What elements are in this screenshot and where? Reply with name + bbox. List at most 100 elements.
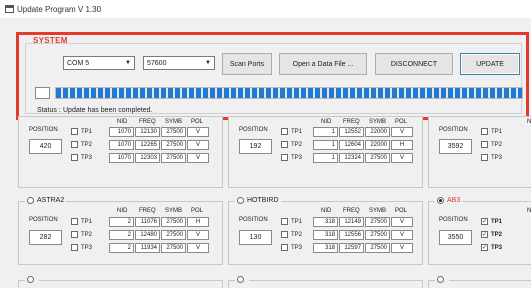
- pol-field[interactable]: V: [391, 127, 413, 137]
- tp2-checkbox[interactable]: TP2: [281, 231, 302, 238]
- pol-field[interactable]: V: [391, 243, 413, 253]
- freq-field[interactable]: 12604: [339, 140, 364, 150]
- pol-field[interactable]: V: [391, 217, 413, 227]
- nid-field[interactable]: 1: [313, 140, 338, 150]
- ab3-radio[interactable]: AB3: [435, 197, 463, 204]
- chevron-down-icon[interactable]: ▼: [122, 57, 134, 69]
- tp2-checkbox[interactable]: TP2: [281, 141, 302, 148]
- nid-field[interactable]: 1070: [109, 153, 134, 163]
- pol-field[interactable]: H: [391, 140, 413, 150]
- pol-field[interactable]: V: [187, 140, 209, 150]
- freq-field[interactable]: 11934: [135, 243, 160, 253]
- position-field[interactable]: 3592: [439, 139, 472, 154]
- nid-field[interactable]: 318: [313, 230, 338, 240]
- checkmark-icon[interactable]: ✓: [481, 231, 488, 238]
- nid-field[interactable]: 318: [313, 217, 338, 227]
- checkmark-icon[interactable]: ✓: [481, 244, 488, 251]
- nid-field[interactable]: 2: [109, 217, 134, 227]
- tp3-checkbox[interactable]: TP3: [71, 244, 92, 251]
- pol-field[interactable]: H: [187, 217, 209, 227]
- freq-field[interactable]: 12265: [135, 140, 160, 150]
- tp3-checkbox[interactable]: TP3: [281, 244, 302, 251]
- satellite-radio[interactable]: [235, 276, 249, 283]
- nid-field[interactable]: 2: [109, 230, 134, 240]
- com-port-select[interactable]: COM 5 ▼: [63, 56, 135, 70]
- freq-field[interactable]: 12324: [339, 153, 364, 163]
- radio-icon[interactable]: [27, 276, 34, 283]
- checkbox-icon[interactable]: [481, 128, 488, 135]
- pol-field[interactable]: V: [391, 230, 413, 240]
- tp1-checkbox[interactable]: TP1: [281, 218, 302, 225]
- checkbox-icon[interactable]: [281, 141, 288, 148]
- tp1-checkbox[interactable]: ✓ TP1: [481, 218, 502, 225]
- radio-icon[interactable]: [437, 276, 444, 283]
- symb-field[interactable]: 27500: [365, 243, 390, 253]
- position-field[interactable]: 192: [239, 139, 272, 154]
- position-field[interactable]: 130: [239, 230, 272, 245]
- nid-field[interactable]: 2: [109, 243, 134, 253]
- checkbox-icon[interactable]: [71, 128, 78, 135]
- checkbox-icon[interactable]: [281, 154, 288, 161]
- nid-field[interactable]: 1: [313, 153, 338, 163]
- tp2-checkbox[interactable]: ✓ TP2: [481, 231, 502, 238]
- freq-field[interactable]: 12480: [135, 230, 160, 240]
- freq-field[interactable]: 12130: [135, 127, 160, 137]
- nid-field[interactable]: 1070: [109, 140, 134, 150]
- radio-icon[interactable]: [237, 197, 244, 204]
- satellite-radio[interactable]: [25, 276, 39, 283]
- checkbox-icon[interactable]: [71, 154, 78, 161]
- tp3-checkbox[interactable]: ✓ TP3: [481, 244, 502, 251]
- satellite-radio[interactable]: [435, 276, 449, 283]
- open-data-file-button[interactable]: Open a Data File ...: [279, 53, 367, 75]
- symb-field[interactable]: 22000: [365, 127, 390, 137]
- baud-rate-select[interactable]: 57600 ▼: [143, 56, 215, 70]
- tp3-checkbox[interactable]: TP3: [71, 154, 92, 161]
- checkbox-icon[interactable]: [281, 231, 288, 238]
- tp2-checkbox[interactable]: TP2: [71, 141, 92, 148]
- symb-field[interactable]: 27500: [365, 217, 390, 227]
- pol-field[interactable]: V: [187, 153, 209, 163]
- symb-field[interactable]: 27500: [161, 217, 186, 227]
- tp1-checkbox[interactable]: TP1: [281, 128, 302, 135]
- chevron-down-icon[interactable]: ▼: [202, 57, 214, 69]
- symb-field[interactable]: 27500: [161, 127, 186, 137]
- nid-field[interactable]: 1: [313, 127, 338, 137]
- astra2-radio[interactable]: ASTRA2: [25, 197, 67, 204]
- scan-ports-button[interactable]: Scan Ports: [222, 53, 272, 75]
- position-field[interactable]: 3550: [439, 230, 472, 245]
- symb-field[interactable]: 27500: [161, 153, 186, 163]
- disconnect-button[interactable]: DISCONNECT: [375, 53, 453, 75]
- update-button[interactable]: UPDATE: [460, 53, 520, 75]
- freq-field[interactable]: 11076: [135, 217, 160, 227]
- tp3-checkbox[interactable]: TP3: [481, 154, 502, 161]
- pol-field[interactable]: V: [391, 153, 413, 163]
- checkbox-icon[interactable]: [71, 141, 78, 148]
- tp3-checkbox[interactable]: TP3: [281, 154, 302, 161]
- tp1-checkbox[interactable]: TP1: [71, 218, 92, 225]
- checkbox-icon[interactable]: [481, 154, 488, 161]
- radio-icon[interactable]: [27, 197, 34, 204]
- tp2-checkbox[interactable]: TP2: [71, 231, 92, 238]
- hotbird-radio[interactable]: HOTBIRD: [235, 197, 281, 204]
- position-field[interactable]: 282: [29, 230, 62, 245]
- symb-field[interactable]: 27500: [365, 153, 390, 163]
- nid-field[interactable]: 318: [313, 243, 338, 253]
- freq-field[interactable]: 12556: [339, 230, 364, 240]
- pol-field[interactable]: V: [187, 127, 209, 137]
- checkbox-icon[interactable]: [281, 244, 288, 251]
- checkmark-icon[interactable]: ✓: [481, 218, 488, 225]
- pol-field[interactable]: V: [187, 243, 209, 253]
- symb-field[interactable]: 27500: [161, 140, 186, 150]
- pol-field[interactable]: V: [187, 230, 209, 240]
- symb-field[interactable]: 27500: [161, 230, 186, 240]
- freq-field[interactable]: 12597: [339, 243, 364, 253]
- tp2-checkbox[interactable]: TP2: [481, 141, 502, 148]
- symb-field[interactable]: 27500: [161, 243, 186, 253]
- radio-icon[interactable]: [237, 276, 244, 283]
- symb-field[interactable]: 22000: [365, 140, 390, 150]
- checkbox-icon[interactable]: [281, 218, 288, 225]
- checkbox-icon[interactable]: [71, 218, 78, 225]
- checkbox-icon[interactable]: [71, 244, 78, 251]
- position-field[interactable]: 420: [29, 139, 62, 154]
- checkbox-icon[interactable]: [71, 231, 78, 238]
